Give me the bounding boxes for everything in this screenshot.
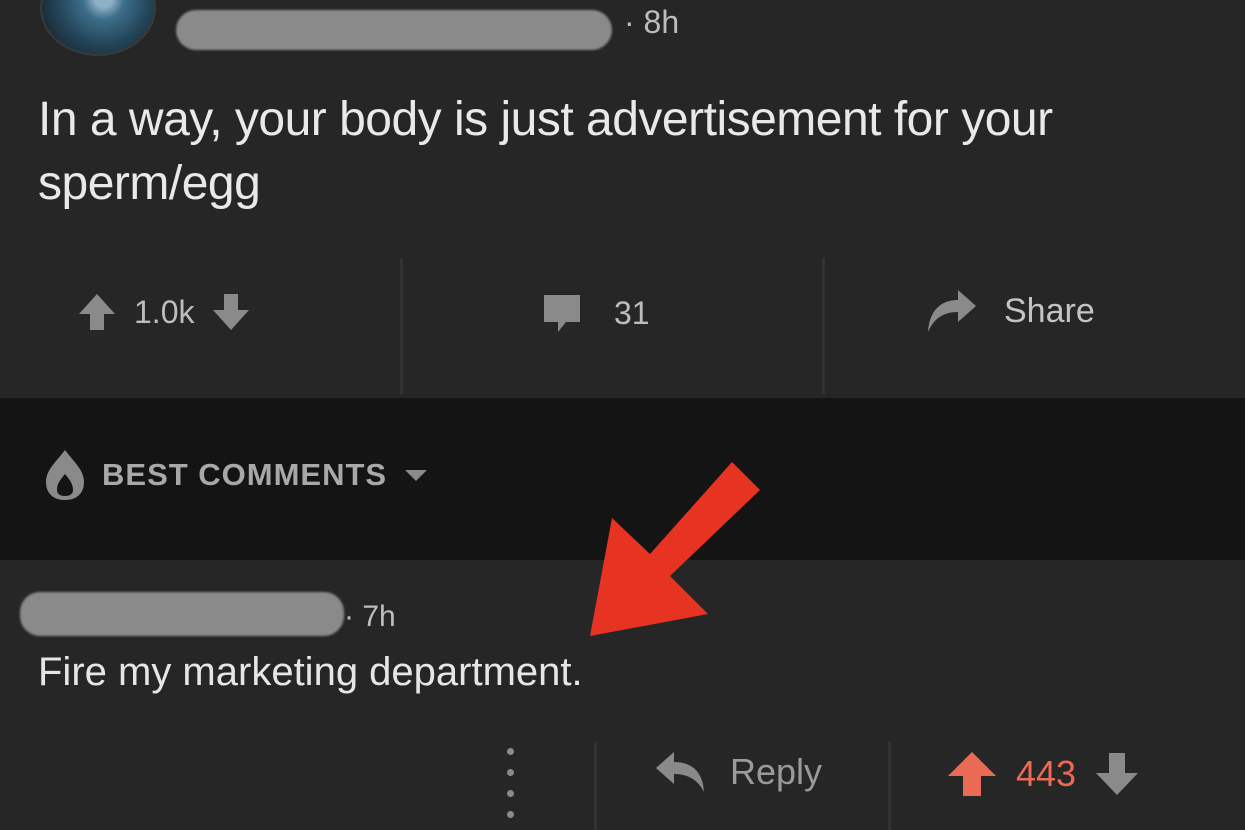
redacted-username: [176, 10, 612, 50]
downvote-icon[interactable]: [212, 292, 250, 332]
downvote-icon[interactable]: [1094, 751, 1140, 797]
post-action-bar: 1.0k 31 Share: [0, 248, 1245, 396]
post-timestamp: · 8h: [624, 4, 680, 40]
comment-vote-controls: 443: [946, 750, 1140, 798]
sort-label: BEST COMMENTS: [102, 457, 388, 492]
more-icon[interactable]: [498, 748, 522, 818]
upvote-icon[interactable]: [78, 292, 116, 332]
comment-icon: [544, 295, 580, 332]
post-card: · 8h In a way, your body is just adverti…: [0, 0, 1245, 398]
comment-vote-count: 443: [1016, 753, 1077, 794]
comment-action-bar: Reply 443: [0, 732, 1245, 830]
chevron-down-icon: [405, 470, 428, 481]
comment-timestamp: · 7h: [344, 600, 396, 633]
post-body: In a way, your body is just advertisemen…: [38, 93, 1053, 210]
flame-icon: [46, 450, 84, 500]
reply-label: Reply: [730, 751, 823, 792]
divider: [822, 258, 825, 394]
share-button[interactable]: Share: [924, 288, 1095, 334]
sort-dropdown[interactable]: BEST COMMENTS: [44, 448, 429, 502]
divider: [400, 258, 403, 394]
comment-count: 31: [614, 294, 650, 331]
comments-button[interactable]: 31: [540, 292, 650, 334]
annotation-arrow-icon: [590, 462, 760, 636]
reply-button[interactable]: Reply: [654, 750, 822, 794]
reply-icon: [656, 752, 704, 792]
redacted-username: [20, 592, 344, 636]
avatar[interactable]: [40, 0, 156, 56]
post-vote-count: 1.0k: [134, 293, 195, 330]
upvote-icon[interactable]: [946, 750, 998, 798]
share-label: Share: [1004, 291, 1095, 330]
comment-body: Fire my marketing department.: [38, 650, 583, 694]
post-vote-controls: 1.0k: [78, 292, 250, 332]
share-icon: [928, 290, 976, 332]
divider: [888, 742, 891, 830]
divider: [594, 742, 597, 830]
